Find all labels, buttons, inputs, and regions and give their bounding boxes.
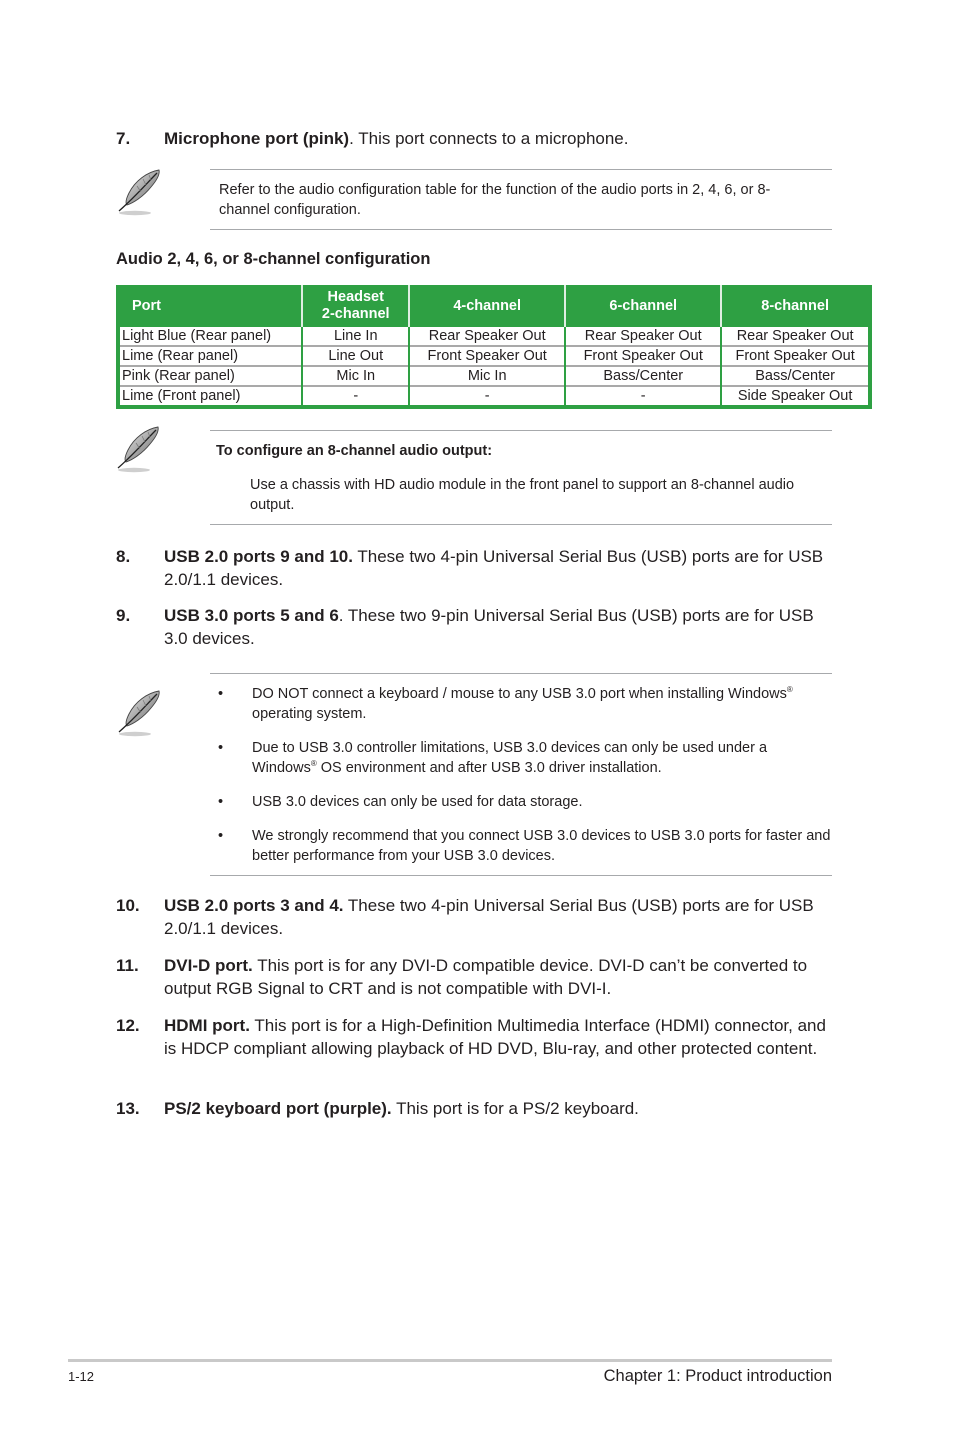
list-item-hdmi-port: 12. HDMI port. This port is for a High-D… xyxy=(116,1014,832,1060)
item-text: This port is for a PS/2 keyboard. xyxy=(391,1099,639,1118)
bullet-text: DO NOT connect a keyboard / mouse to any… xyxy=(252,686,787,702)
header-4-channel: 4-channel xyxy=(408,285,566,327)
bullet-icon: • xyxy=(218,686,224,702)
cell-port: Light Blue (Rear panel) xyxy=(122,328,272,344)
item-number: 10. xyxy=(116,896,140,915)
note-text: Use a chassis with HD audio module in th… xyxy=(250,477,795,513)
cell-8ch: Front Speaker Out xyxy=(720,345,870,366)
cell-2ch: Line In xyxy=(301,327,410,346)
footer-divider xyxy=(68,1359,832,1362)
list-item-usb20-ports-3-4: 10. USB 2.0 ports 3 and 4. These two 4-p… xyxy=(116,894,832,940)
item-lead: PS/2 keyboard port (purple). xyxy=(164,1099,392,1118)
list-item-dvi-d-port: 11. DVI-D port. This port is for any DVI… xyxy=(116,954,832,1000)
cell-4ch: Mic In xyxy=(408,365,566,386)
list-item-usb20-ports-9-10: 8. USB 2.0 ports 9 and 10. These two 4-p… xyxy=(116,545,832,591)
table-row: Pink (Rear panel) Mic In Mic In Bass/Cen… xyxy=(118,365,870,386)
note-heading: To configure an 8-channel audio output: xyxy=(216,443,493,459)
bullet-text: USB 3.0 devices can only be used for dat… xyxy=(252,794,583,810)
item-lead: USB 2.0 ports 9 and 10. xyxy=(164,547,353,566)
cell-8ch: Side Speaker Out xyxy=(720,385,870,407)
table-row: Light Blue (Rear panel) Line In Rear Spe… xyxy=(118,327,870,346)
note-bottom-divider xyxy=(210,229,832,230)
item-lead: Microphone port (pink) xyxy=(164,129,350,148)
bullet-text: OS environment and after USB 3.0 driver … xyxy=(316,760,662,776)
cell-4ch: Front Speaker Out xyxy=(408,345,566,366)
note-bottom-divider xyxy=(210,875,832,876)
item-lead: DVI-D port. xyxy=(164,956,253,975)
cell-2ch: Mic In xyxy=(301,365,410,386)
page-number: 1-12 xyxy=(68,1369,95,1384)
table-header-row: Port Headset 2-channel 4-channel 6-channe… xyxy=(118,285,870,327)
table-title: Audio 2, 4, 6, or 8-channel configuratio… xyxy=(116,250,431,268)
cell-port: Lime (Rear panel) xyxy=(118,345,303,366)
feather-pen-icon xyxy=(113,167,165,217)
item-lead: USB 3.0 ports 5 and 6 xyxy=(164,606,339,625)
cell-4ch: - xyxy=(408,385,566,407)
cell-6ch: Bass/Center xyxy=(564,365,722,386)
audio-config-table: Port Headset 2-channel 4-channel 6-channe… xyxy=(116,285,872,409)
header-line: 2-channel xyxy=(321,306,390,322)
list-item-usb30-ports-5-6: 9. USB 3.0 ports 5 and 6. These two 9-pi… xyxy=(116,604,832,650)
item-number: 12. xyxy=(116,1016,140,1035)
note-top-divider xyxy=(210,169,832,170)
item-number: 9. xyxy=(116,606,131,625)
item-number: 11. xyxy=(116,956,139,975)
feather-pen-icon xyxy=(112,424,164,474)
bullet-icon: • xyxy=(218,794,224,810)
cell-8ch: Rear Speaker Out xyxy=(720,327,870,346)
bullet-icon: • xyxy=(218,740,224,756)
item-text: . This port connects to a microphone. xyxy=(349,129,629,148)
note-text: Refer to the audio configuration table f… xyxy=(219,182,771,218)
cell-6ch: Front Speaker Out xyxy=(564,345,722,366)
note-top-divider xyxy=(210,673,832,674)
item-number: 13. xyxy=(116,1099,140,1118)
cell-4ch: Rear Speaker Out xyxy=(408,327,566,346)
cell-2ch: Line Out xyxy=(301,345,410,366)
table-row: Lime (Rear panel) Line Out Front Speaker… xyxy=(118,345,870,366)
header-6-channel: 6-channel xyxy=(564,285,722,327)
list-item-ps2-keyboard-port: 13. PS/2 keyboard port (purple). This po… xyxy=(116,1097,832,1120)
item-number: 7. xyxy=(116,129,131,148)
note-bottom-divider xyxy=(210,524,832,525)
item-lead: HDMI port. xyxy=(164,1016,250,1035)
chapter-title: Chapter 1: Product introduction xyxy=(603,1367,832,1385)
cell-6ch: Rear Speaker Out xyxy=(564,327,722,346)
feather-pen-icon xyxy=(113,688,165,738)
bullet-text: We strongly recommend that you connect U… xyxy=(252,828,831,864)
cell-port: Lime (Front panel) xyxy=(118,385,303,407)
header-headset-2-channel: Headset 2-channel xyxy=(301,285,410,327)
list-item-microphone-port: 7. Microphone port (pink). This port con… xyxy=(116,127,832,150)
table-row: Lime (Front panel) - - - Side Speaker Ou… xyxy=(118,385,870,407)
cell-port: Pink (Rear panel) xyxy=(118,365,303,386)
cell-2ch: - xyxy=(301,385,410,407)
header-port: Port xyxy=(118,285,303,327)
bullet-text: operating system. xyxy=(252,706,367,722)
item-number: 8. xyxy=(116,547,131,566)
note-top-divider xyxy=(210,430,832,431)
item-lead: USB 2.0 ports 3 and 4. xyxy=(164,896,344,915)
cell-6ch: - xyxy=(564,385,722,407)
header-line: Headset xyxy=(327,289,384,305)
cell-8ch: Bass/Center xyxy=(720,365,870,386)
registered-mark: ® xyxy=(786,685,793,694)
item-text: This port is for a High-Definition Multi… xyxy=(164,1016,826,1058)
bullet-icon: • xyxy=(218,828,224,844)
item-text: This port is for any DVI-D compatible de… xyxy=(164,956,808,998)
header-8-channel: 8-channel xyxy=(720,285,870,327)
